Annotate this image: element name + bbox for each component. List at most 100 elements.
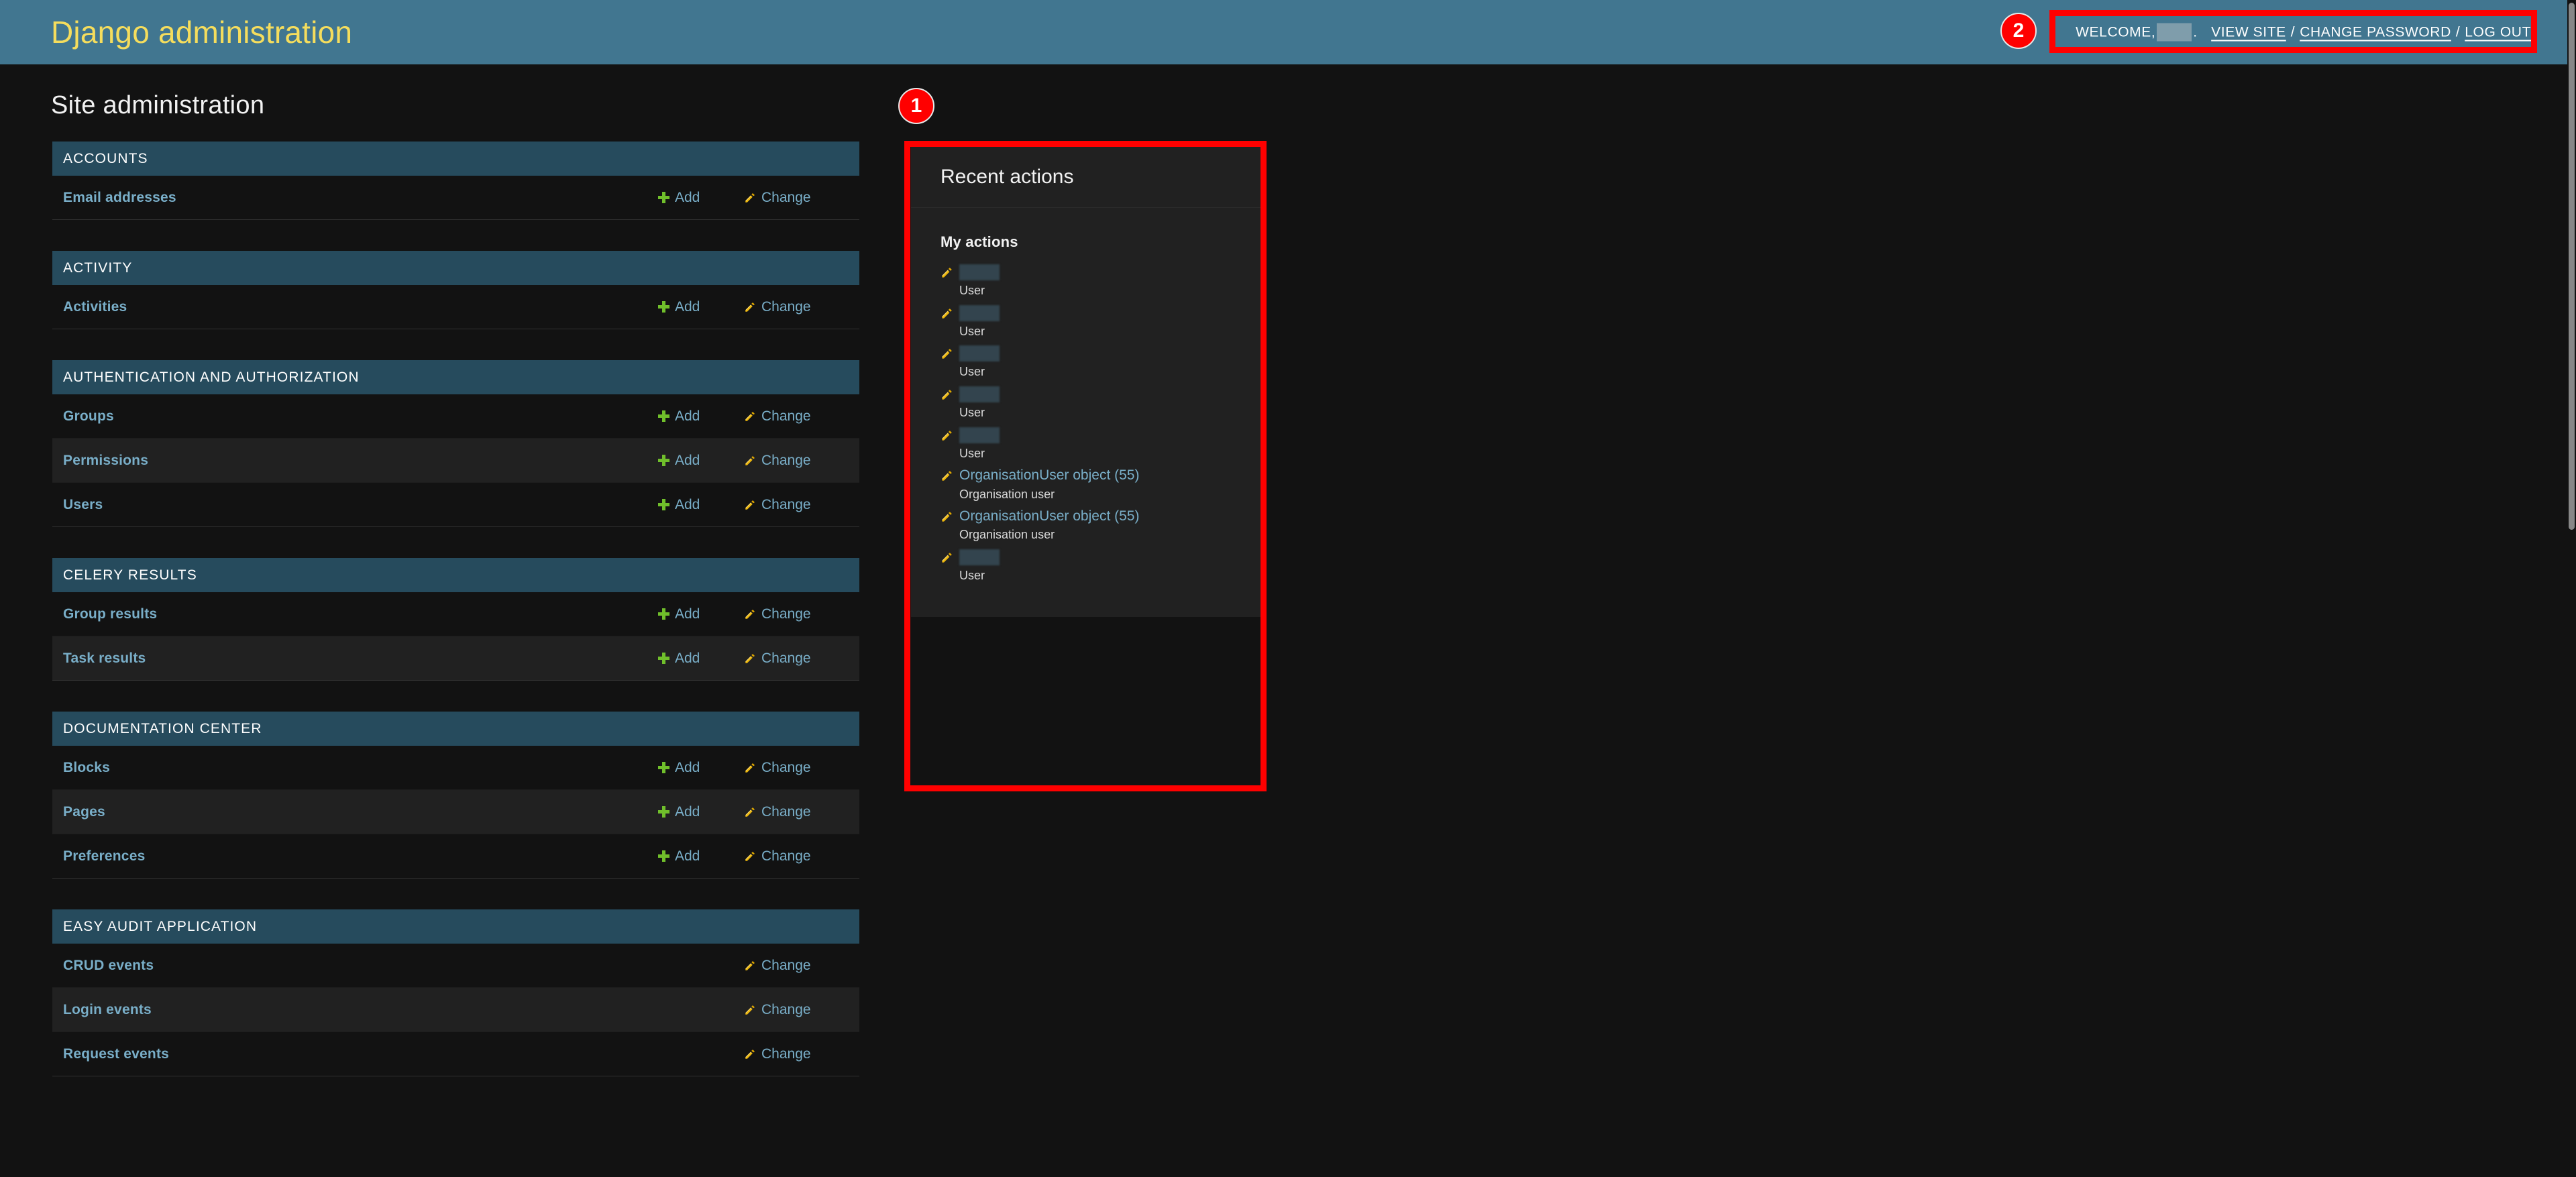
add-link[interactable]: Add (658, 848, 744, 864)
model-link[interactable]: Pages (63, 804, 658, 820)
change-link[interactable]: Change (744, 804, 811, 820)
page-scrollbar-thumb[interactable] (2569, 3, 2575, 530)
log-out-link[interactable]: LOG OUT (2465, 24, 2531, 40)
view-site-link[interactable]: VIEW SITE (2211, 24, 2286, 40)
add-link[interactable]: Add (658, 299, 744, 315)
app-caption[interactable]: CELERY RESULTS (52, 558, 859, 592)
model-actions: Change (658, 1046, 849, 1062)
pencil-icon (744, 960, 756, 972)
change-link[interactable]: Change (744, 606, 811, 622)
pencil-icon (744, 1048, 756, 1060)
pencil-icon (941, 551, 953, 563)
model-link[interactable]: Users (63, 497, 658, 513)
recent-action-body: User (959, 345, 1000, 379)
recent-action-link-redacted[interactable] (959, 427, 1000, 443)
change-link[interactable]: Change (744, 299, 811, 315)
recent-action-link-redacted[interactable] (959, 345, 1000, 362)
app-module: AUTHENTICATION AND AUTHORIZATION Groups Ad… (52, 360, 859, 527)
model-link[interactable]: Login events (63, 1002, 658, 1018)
model-link[interactable]: Task results (63, 651, 658, 667)
model-actions: Change (658, 1002, 849, 1018)
model-row: Blocks Add Change (52, 746, 859, 790)
change-link[interactable]: Change (744, 190, 811, 206)
change-label: Change (761, 803, 811, 820)
app-module: EASY AUDIT APPLICATION CRUD events Change L… (52, 909, 859, 1076)
plus-icon (658, 608, 669, 620)
app-caption[interactable]: EASY AUDIT APPLICATION (52, 909, 859, 944)
app-caption[interactable]: AUTHENTICATION AND AUTHORIZATION (52, 360, 859, 394)
pencil-icon (744, 608, 756, 620)
recent-action-item: OrganisationUser object (55) Organisation… (941, 463, 1233, 504)
app-module: ACTIVITY Activities Add Change (52, 251, 859, 329)
add-link[interactable]: Add (658, 497, 744, 513)
change-link[interactable]: Change (744, 760, 811, 776)
recent-action-link-redacted[interactable] (959, 549, 1000, 566)
site-title-link[interactable]: Django administration (51, 14, 352, 50)
app-caption[interactable]: ACCOUNTS (52, 142, 859, 176)
model-link[interactable]: Preferences (63, 848, 658, 864)
model-row: Login events Change (52, 988, 859, 1032)
add-link[interactable]: Add (658, 190, 744, 206)
model-link[interactable]: Request events (63, 1046, 658, 1062)
model-row: Group results Add Change (52, 592, 859, 636)
model-actions: Add Change (658, 453, 849, 469)
add-link[interactable]: Add (658, 408, 744, 425)
model-row: Activities Add Change (52, 285, 859, 329)
add-link[interactable]: Add (658, 606, 744, 622)
recent-action-link[interactable]: OrganisationUser object (55) (959, 508, 1139, 524)
change-link[interactable]: Change (744, 1002, 811, 1018)
change-link[interactable]: Change (744, 408, 811, 425)
add-label: Add (675, 650, 700, 666)
change-label: Change (761, 496, 811, 512)
django-admin-page: Django administration WELCOME, . VIEW SI… (0, 0, 2576, 1177)
site-header: Django administration WELCOME, . VIEW SI… (0, 0, 2567, 64)
recent-action-link[interactable]: OrganisationUser object (55) (959, 467, 1139, 484)
change-label: Change (761, 650, 811, 666)
model-link[interactable]: Group results (63, 606, 658, 622)
model-link[interactable]: Email addresses (63, 190, 658, 206)
change-link[interactable]: Change (744, 958, 811, 974)
change-link[interactable]: Change (744, 848, 811, 864)
recent-action-link-redacted[interactable] (959, 386, 1000, 403)
change-link[interactable]: Change (744, 453, 811, 469)
model-row: Preferences Add Change (52, 834, 859, 879)
recent-action-link-redacted[interactable] (959, 304, 1000, 321)
pencil-icon (941, 388, 953, 400)
app-caption[interactable]: ACTIVITY (52, 251, 859, 285)
pencil-icon (744, 410, 756, 423)
model-link[interactable]: CRUD events (63, 958, 658, 974)
recent-action-link-redacted[interactable] (959, 264, 1000, 280)
change-link[interactable]: Change (744, 651, 811, 667)
change-label: Change (761, 452, 811, 468)
page-scrollbar-track[interactable] (2567, 0, 2576, 1177)
link-separator-2: / (2455, 24, 2461, 40)
model-link[interactable]: Groups (63, 408, 658, 425)
add-label: Add (675, 803, 700, 820)
model-row: Pages Add Change (52, 790, 859, 834)
add-link[interactable]: Add (658, 804, 744, 820)
model-row: Users Add Change (52, 483, 859, 527)
change-password-link[interactable]: CHANGE PASSWORD (2300, 24, 2451, 40)
change-label: Change (761, 848, 811, 864)
app-caption[interactable]: DOCUMENTATION CENTER (52, 712, 859, 746)
pencil-icon (941, 469, 953, 482)
model-link[interactable]: Blocks (63, 760, 658, 776)
add-link[interactable]: Add (658, 760, 744, 776)
add-link[interactable]: Add (658, 651, 744, 667)
add-label: Add (675, 298, 700, 315)
add-link[interactable]: Add (658, 453, 744, 469)
my-actions-subtitle: My actions (941, 233, 1018, 250)
recent-action-body: User (959, 427, 1000, 461)
recent-action-body: User (959, 386, 1000, 420)
model-link[interactable]: Permissions (63, 453, 658, 469)
change-link[interactable]: Change (744, 1046, 811, 1062)
model-actions: Add Change (658, 804, 849, 820)
model-link[interactable]: Activities (63, 299, 658, 315)
model-actions: Add Change (658, 190, 849, 206)
change-link[interactable]: Change (744, 497, 811, 513)
content-wrapper: Site administration ACCOUNTS Email addres… (0, 64, 2567, 1177)
model-row: CRUD events Change (52, 944, 859, 988)
add-label: Add (675, 496, 700, 512)
model-actions: Add Change (658, 606, 849, 622)
pencil-icon (941, 266, 953, 278)
